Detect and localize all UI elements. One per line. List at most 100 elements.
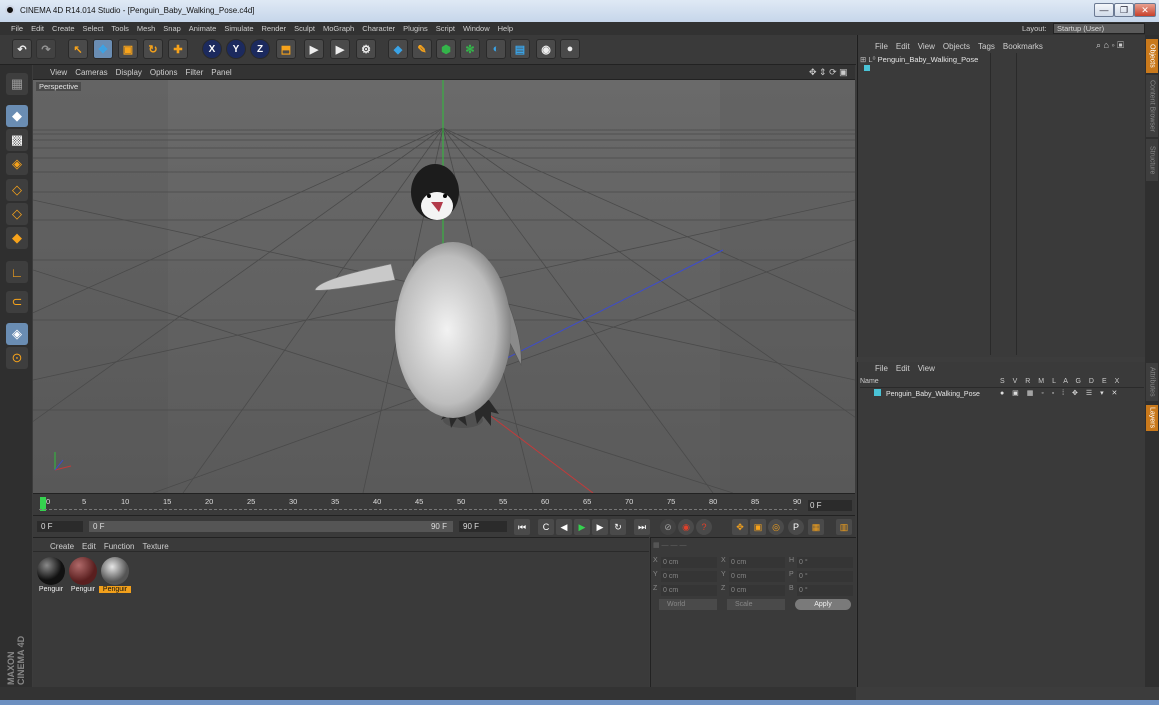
menu-render[interactable]: Render <box>262 24 287 33</box>
previous-frame-icon[interactable]: ◀ <box>556 519 572 535</box>
position-y-field[interactable]: 0 cm <box>661 571 717 582</box>
workplane-icon[interactable]: ◈ <box>6 153 28 175</box>
next-key-icon[interactable]: ↻ <box>610 519 626 535</box>
recent-tools-icon[interactable]: ✚ <box>168 39 188 59</box>
size-z-field[interactable]: 0 cm <box>729 585 785 596</box>
material-menu-edit[interactable]: Edit <box>82 542 96 551</box>
menu-mograph[interactable]: MoGraph <box>323 24 354 33</box>
deformer-icon[interactable]: ◐ <box>486 39 506 59</box>
live-selection-icon[interactable]: ↖ <box>68 39 88 59</box>
go-to-end-icon[interactable]: ⏭ <box>634 519 650 535</box>
model-mode-icon[interactable]: ◆ <box>6 105 28 127</box>
camera-icon[interactable]: ◉ <box>536 39 556 59</box>
layer-row[interactable]: Penguin_Baby_Walking_Pose ● ▣ ▦ ◦ ▫ ⁞ ✥ … <box>860 389 1144 399</box>
undo-icon[interactable]: ↶ <box>12 39 32 59</box>
menu-sculpt[interactable]: Sculpt <box>294 24 315 33</box>
menu-select[interactable]: Select <box>83 24 104 33</box>
close-button[interactable]: ✕ <box>1134 3 1156 17</box>
size-x-field[interactable]: 0 cm <box>729 557 785 568</box>
snap-icon[interactable]: ◈ <box>6 323 28 345</box>
record-rotation-icon[interactable]: ◎ <box>768 519 784 535</box>
rotation-h-field[interactable]: 0 ° <box>797 557 853 568</box>
rotation-p-field[interactable]: 0 ° <box>797 571 853 582</box>
render-settings-icon[interactable]: ⚙ <box>356 39 376 59</box>
menu-mesh[interactable]: Mesh <box>137 24 155 33</box>
tab-structure[interactable]: Structure <box>1146 139 1158 181</box>
keyframe-selection-icon[interactable]: ? <box>696 519 712 535</box>
axis-mode-icon[interactable]: ∟ <box>6 261 28 283</box>
menu-window[interactable]: Window <box>463 24 490 33</box>
apply-button[interactable]: Apply <box>795 599 851 610</box>
subdivision-surface-icon[interactable]: ⬢ <box>436 39 456 59</box>
minimize-button[interactable]: — <box>1094 3 1114 17</box>
maximize-button[interactable]: ❐ <box>1114 3 1134 17</box>
menu-help[interactable]: Help <box>498 24 513 33</box>
menu-file[interactable]: File <box>11 24 23 33</box>
position-z-field[interactable]: 0 cm <box>661 585 717 596</box>
size-y-field[interactable]: 0 cm <box>729 571 785 582</box>
rotate-icon[interactable]: ↻ <box>143 39 163 59</box>
object-row[interactable]: ⊞ L⁰ Penguin_Baby_Walking_Pose <box>860 55 990 71</box>
coordinate-system-icon[interactable]: ⬒ <box>276 39 296 59</box>
rotation-b-field[interactable]: 0 ° <box>797 585 853 596</box>
cube-icon[interactable]: ◆ <box>388 39 408 59</box>
floor-icon[interactable]: ▤ <box>510 39 530 59</box>
timeline-window-icon[interactable]: ▥ <box>836 519 852 535</box>
menu-tools[interactable]: Tools <box>111 24 129 33</box>
viewport-menu-options[interactable]: Options <box>150 68 178 77</box>
next-frame-icon[interactable]: ▶ <box>592 519 608 535</box>
record-point-level-icon[interactable]: ▦ <box>808 519 824 535</box>
viewport-menu-view[interactable]: View <box>50 68 67 77</box>
polygons-mode-icon[interactable]: ◆ <box>6 227 28 249</box>
menu-simulate[interactable]: Simulate <box>224 24 253 33</box>
redo-icon[interactable]: ↷ <box>36 39 56 59</box>
x-axis-lock-icon[interactable]: X <box>202 39 222 59</box>
light-icon[interactable]: ● <box>560 39 580 59</box>
tweak-mode-icon[interactable]: ⊂ <box>6 291 28 313</box>
layer-menu-view[interactable]: View <box>918 364 935 375</box>
autokeying-icon[interactable]: ◉ <box>678 519 694 535</box>
render-picture-viewer-icon[interactable]: ▶ <box>330 39 350 59</box>
menu-create[interactable]: Create <box>52 24 75 33</box>
scale-mode-select[interactable]: Scale <box>727 599 785 610</box>
render-view-icon[interactable]: ▶ <box>304 39 324 59</box>
material-swatch[interactable]: Penguir <box>67 556 99 594</box>
timeline-ruler[interactable]: 0 5 10 15 20 25 30 35 40 45 50 55 60 65 … <box>33 493 855 515</box>
layer-menu-file[interactable]: File <box>875 364 888 375</box>
viewport-menu-cameras[interactable]: Cameras <box>75 68 107 77</box>
material-swatch[interactable]: Penguir <box>35 556 67 594</box>
layer-color-swatch[interactable] <box>874 389 881 396</box>
coordinate-space-select[interactable]: World <box>659 599 717 610</box>
object-menu-bookmarks[interactable]: Bookmarks <box>1003 42 1043 55</box>
menu-script[interactable]: Script <box>436 24 455 33</box>
viewport-menu-panel[interactable]: Panel <box>211 68 231 77</box>
object-menu-tags[interactable]: Tags <box>978 42 995 55</box>
tab-content-browser[interactable]: Content Browser <box>1146 75 1158 137</box>
scale-icon[interactable]: ▣ <box>118 39 138 59</box>
menu-animate[interactable]: Animate <box>189 24 217 33</box>
object-menu-objects[interactable]: Objects <box>943 42 970 55</box>
record-parameter-icon[interactable]: P <box>788 519 804 535</box>
record-scale-icon[interactable]: ▣ <box>750 519 766 535</box>
menu-edit[interactable]: Edit <box>31 24 44 33</box>
layer-flag-icons[interactable]: ● ▣ ▦ ◦ ▫ ⁞ ✥ ☰ ▾ ✕ <box>1000 389 1120 397</box>
3d-viewport[interactable]: Perspective <box>33 80 855 493</box>
edges-mode-icon[interactable]: ◇ <box>6 203 28 225</box>
menu-character[interactable]: Character <box>362 24 395 33</box>
make-editable-icon[interactable]: ▦ <box>6 73 28 95</box>
menu-snap[interactable]: Snap <box>163 24 181 33</box>
cloner-icon[interactable]: ✻ <box>460 39 480 59</box>
record-position-icon[interactable]: ✥ <box>732 519 748 535</box>
tab-objects[interactable]: Objects <box>1146 39 1158 73</box>
menu-plugins[interactable]: Plugins <box>403 24 428 33</box>
start-frame-field[interactable]: 0 F <box>37 521 83 532</box>
current-frame-field[interactable]: 0 F <box>808 500 852 511</box>
spline-pen-icon[interactable]: ✎ <box>412 39 432 59</box>
search-icon[interactable]: ⌕ ⌂ ◦ ▣ <box>1096 40 1124 51</box>
tab-layers[interactable]: Layers <box>1146 405 1158 431</box>
material-menu-create[interactable]: Create <box>50 542 74 551</box>
preview-range-slider[interactable]: 0 F 90 F <box>89 521 453 532</box>
end-frame-field[interactable]: 90 F <box>459 521 507 532</box>
texture-mode-icon[interactable]: ▩ <box>6 129 28 151</box>
locked-workplane-icon[interactable]: ⊙ <box>6 347 28 369</box>
